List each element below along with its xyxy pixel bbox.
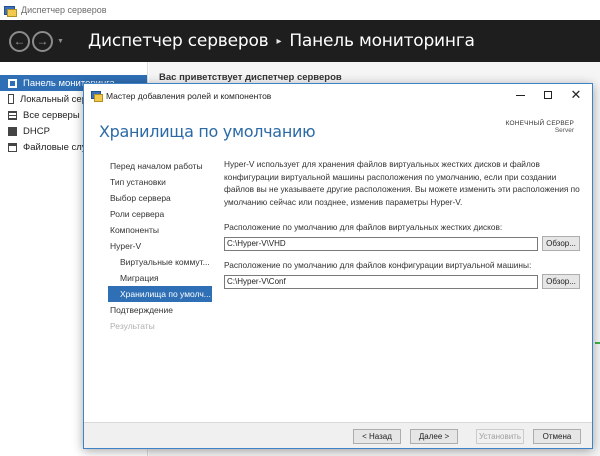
wizard-footer: < Назад Далее > Установить Отмена bbox=[84, 422, 592, 448]
breadcrumb: Диспетчер серверов ▸ Панель мониторинга bbox=[88, 31, 475, 51]
wizard-step-server-roles[interactable]: Роли сервера bbox=[108, 206, 212, 222]
cancel-button[interactable]: Отмена bbox=[533, 429, 581, 444]
server-manager-titlebar: Диспетчер серверов bbox=[0, 0, 600, 20]
back-arrow-icon[interactable]: ← bbox=[9, 30, 30, 52]
config-location-row: Обзор... bbox=[224, 274, 580, 289]
wizard-step-default-stores[interactable]: Хранилища по умолч... bbox=[108, 286, 212, 302]
page-title: Хранилища по умолчанию bbox=[99, 122, 316, 141]
wizard-step-installation-type[interactable]: Тип установки bbox=[108, 174, 212, 190]
destination-server: КОНЕЧНЫЙ СЕРВЕР Server bbox=[506, 120, 574, 134]
back-button[interactable]: < Назад bbox=[353, 429, 401, 444]
breadcrumb-separator-icon: ▸ bbox=[276, 35, 282, 47]
close-button[interactable]: ✕ bbox=[562, 84, 590, 106]
sidebar-item-label: DHCP bbox=[23, 125, 50, 137]
server-manager-window-title: Диспетчер серверов bbox=[21, 5, 107, 15]
add-roles-wizard-dialog: Мастер добавления ролей и компонентов ✕ … bbox=[83, 83, 593, 449]
dhcp-icon bbox=[8, 126, 17, 136]
config-location-input[interactable] bbox=[224, 274, 538, 289]
server-manager-app-icon bbox=[4, 5, 17, 17]
file-services-icon bbox=[8, 142, 17, 152]
close-icon: ✕ bbox=[570, 87, 582, 102]
breadcrumb-app: Диспетчер серверов bbox=[87, 31, 269, 51]
next-button[interactable]: Далее > bbox=[410, 429, 458, 444]
wizard-steps-nav: Перед началом работы Тип установки Выбор… bbox=[108, 158, 212, 334]
page-description: Hyper-V использует для хранения файлов в… bbox=[224, 159, 580, 207]
vhd-location-row: Обзор... bbox=[224, 236, 580, 251]
config-browse-button[interactable]: Обзор... bbox=[542, 274, 580, 289]
status-bar-green bbox=[595, 342, 600, 344]
sidebar-item-label: Все серверы bbox=[23, 109, 80, 121]
wizard-step-hyper-v[interactable]: Hyper-V bbox=[108, 238, 212, 254]
destination-server-value: Server bbox=[554, 127, 574, 134]
vhd-browse-button[interactable]: Обзор... bbox=[542, 236, 580, 251]
history-dropdown-icon[interactable]: ▼ bbox=[57, 38, 64, 45]
wizard-step-results: Результаты bbox=[110, 321, 155, 331]
wizard-titlebar[interactable]: Мастер добавления ролей и компонентов ✕ bbox=[84, 84, 592, 107]
vhd-location-label: Расположение по умолчанию для файлов вир… bbox=[224, 222, 503, 232]
wizard-content: Hyper-V использует для хранения файлов в… bbox=[224, 158, 580, 289]
wizard-step-migration[interactable]: Миграция bbox=[108, 270, 212, 286]
maximize-button[interactable] bbox=[534, 84, 562, 106]
local-server-icon bbox=[8, 94, 14, 104]
maximize-icon bbox=[544, 91, 552, 99]
minimize-button[interactable] bbox=[506, 84, 534, 106]
wizard-step-server-selection[interactable]: Выбор сервера bbox=[108, 190, 212, 206]
wizard-app-icon bbox=[91, 91, 103, 102]
all-servers-icon bbox=[8, 110, 17, 120]
forward-arrow-icon[interactable]: → bbox=[32, 30, 53, 52]
wizard-step-confirmation[interactable]: Подтверждение bbox=[108, 302, 212, 318]
wizard-step-features[interactable]: Компоненты bbox=[108, 222, 212, 238]
dashboard-icon bbox=[8, 78, 17, 88]
minimize-icon bbox=[515, 94, 525, 96]
install-button: Установить bbox=[476, 429, 524, 444]
destination-server-label: КОНЕЧНЫЙ СЕРВЕР bbox=[505, 120, 574, 127]
vhd-location-input[interactable] bbox=[224, 236, 538, 251]
wizard-window-title: Мастер добавления ролей и компонентов bbox=[106, 90, 272, 101]
welcome-heading: Вас приветствует диспетчер серверов bbox=[159, 72, 342, 83]
breadcrumb-page: Панель мониторинга bbox=[289, 31, 475, 51]
wizard-step-before-you-begin[interactable]: Перед началом работы bbox=[108, 158, 212, 174]
config-location-label: Расположение по умолчанию для файлов кон… bbox=[224, 260, 532, 270]
server-manager-header: ← → ▼ Диспетчер серверов ▸ Панель монито… bbox=[0, 20, 600, 62]
wizard-step-virtual-switches[interactable]: Виртуальные коммут... bbox=[108, 254, 212, 270]
